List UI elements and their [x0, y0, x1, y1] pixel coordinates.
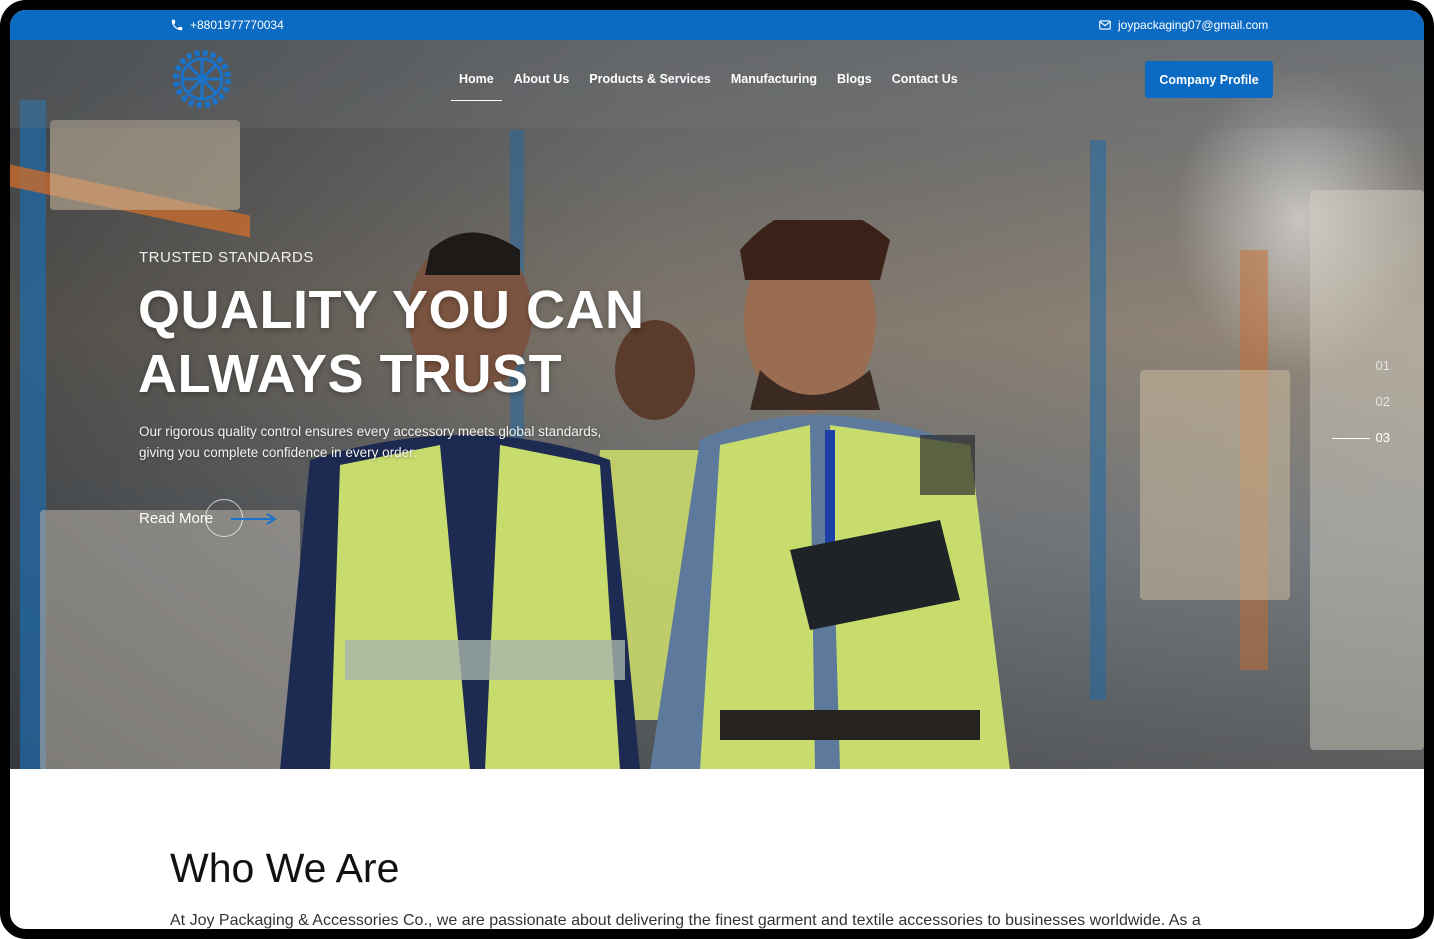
- nav-item-home[interactable]: Home: [451, 70, 502, 101]
- phone-number: +8801977770034: [190, 18, 284, 32]
- nav-item-about-us[interactable]: About Us: [506, 70, 578, 101]
- email-contact[interactable]: joypackaging07@gmail.com: [1098, 18, 1268, 32]
- warehouse-boxes: [1310, 190, 1424, 750]
- arrow-right-icon: [231, 513, 277, 525]
- read-more-link[interactable]: Read More: [139, 499, 277, 537]
- read-more-label: Read More: [139, 510, 214, 527]
- who-we-are-text: At Joy Packaging & Accessories Co., we a…: [170, 912, 1201, 929]
- slide-pagination: 01 02 03: [1320, 358, 1390, 466]
- hero-description: Our rigorous quality control ensures eve…: [139, 421, 619, 463]
- nav-item-blogs[interactable]: Blogs: [829, 70, 880, 101]
- envelope-icon: [1099, 20, 1111, 30]
- slide-number: 03: [1375, 430, 1390, 445]
- hero-headline-line2: ALWAYS TRUST: [138, 344, 563, 404]
- phone-contact[interactable]: +8801977770034: [170, 18, 284, 32]
- slide-indicator-02[interactable]: 02: [1320, 394, 1390, 430]
- top-contact-bar: +8801977770034 joypackaging07@gmail.com: [10, 10, 1424, 40]
- hero-headline-line1: QUALITY YOU CAN: [138, 280, 645, 340]
- nav-item-manufacturing[interactable]: Manufacturing: [723, 70, 825, 101]
- company-profile-button[interactable]: Company Profile: [1145, 61, 1273, 98]
- email-address: joypackaging07@gmail.com: [1118, 18, 1269, 32]
- hero-description-line1: Our rigorous quality control ensures eve…: [139, 424, 602, 439]
- who-we-are-title: Who We Are: [170, 845, 400, 891]
- main-navigation: Home About Us Products & Services Manufa…: [10, 40, 1424, 128]
- slide-indicator-01[interactable]: 01: [1320, 358, 1390, 394]
- hero-slider: Home About Us Products & Services Manufa…: [10, 40, 1424, 769]
- warehouse-boxes: [1140, 370, 1290, 600]
- active-slide-line: [1332, 438, 1370, 439]
- slide-indicator-03[interactable]: 03: [1320, 430, 1390, 466]
- warehouse-boxes: [40, 510, 300, 769]
- browser-frame: +8801977770034 joypackaging07@gmail.com: [0, 0, 1434, 939]
- nav-item-products-services[interactable]: Products & Services: [581, 70, 719, 101]
- nav-item-contact-us[interactable]: Contact Us: [884, 70, 966, 101]
- hero-headline: QUALITY YOU CAN ALWAYS TRUST: [138, 278, 698, 406]
- warehouse-boxes: [50, 120, 240, 210]
- slide-number: 01: [1375, 358, 1390, 373]
- hero-eyebrow: TRUSTED STANDARDS: [139, 249, 314, 266]
- gear-wheel-logo[interactable]: [170, 47, 234, 111]
- phone-icon: [171, 19, 183, 31]
- hero-description-line2: giving you complete confidence in every …: [139, 445, 417, 460]
- nav-menu: Home About Us Products & Services Manufa…: [451, 70, 970, 101]
- slide-number: 02: [1375, 394, 1390, 409]
